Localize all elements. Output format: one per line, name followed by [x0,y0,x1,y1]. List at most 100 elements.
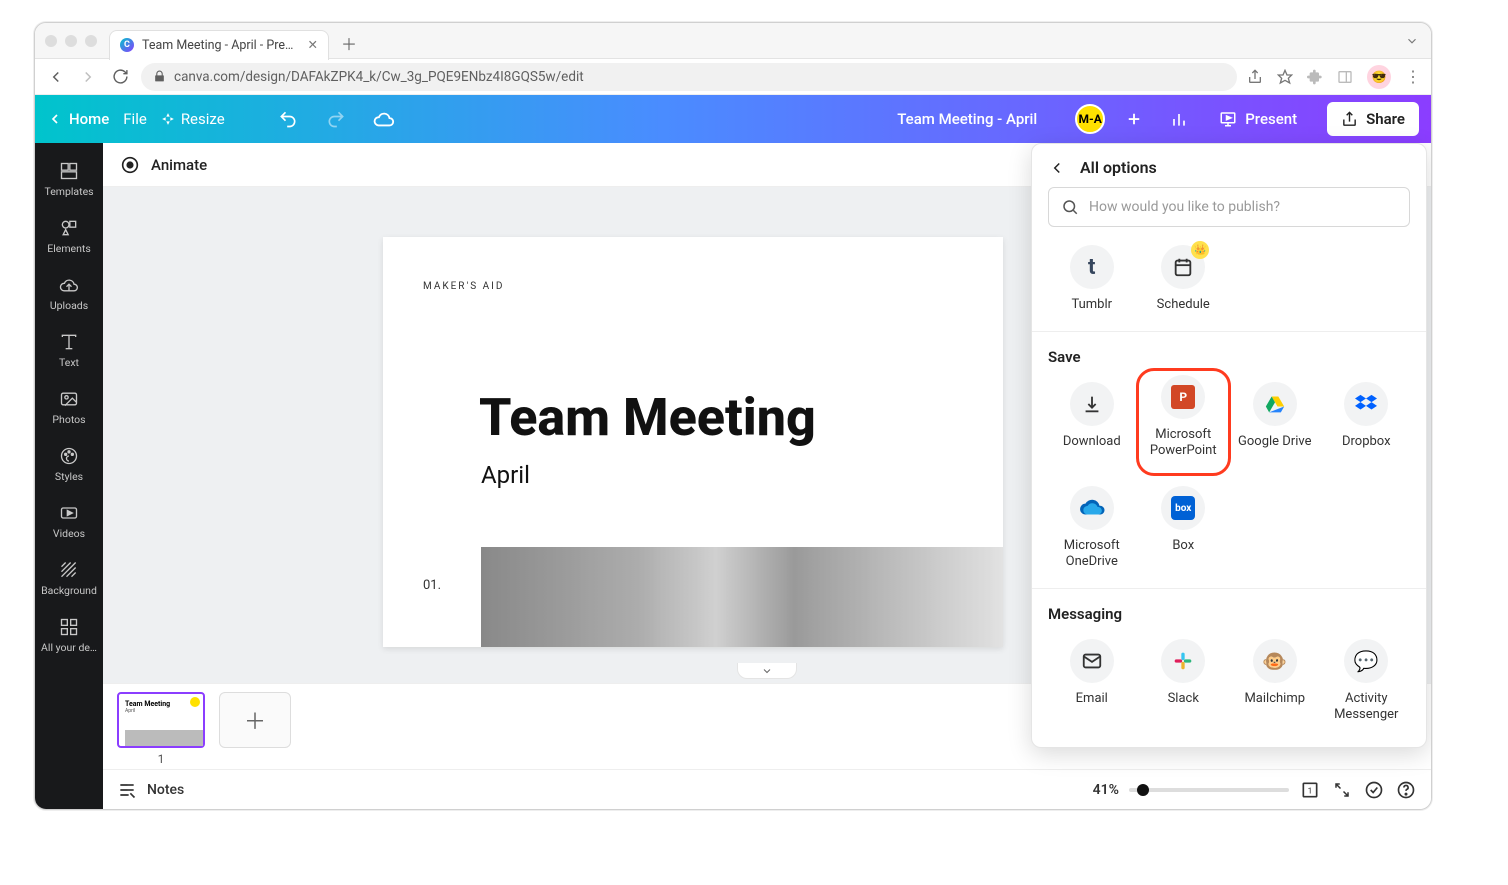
close-tab-icon[interactable]: ✕ [308,37,318,53]
resize-menu[interactable]: Resize [161,110,225,128]
left-side-panel: Templates Elements Uploads Text Photos S… [35,143,103,809]
file-menu[interactable]: File [123,110,147,128]
sidebar-item-label: All your de… [41,641,97,654]
option-label: Google Drive [1238,434,1311,466]
slide-number-text[interactable]: 01. [423,578,441,593]
sidebar-item-photos[interactable]: Photos [35,379,103,436]
option-google-drive[interactable]: Google Drive [1231,376,1319,476]
notes-button[interactable]: Notes [147,782,184,798]
page-view-button[interactable]: 1 [1299,779,1321,801]
user-avatar[interactable]: M-A [1075,104,1105,134]
option-label: Mailchimp [1244,691,1305,723]
sidebar-item-background[interactable]: Background [35,550,103,607]
option-label: Slack [1168,691,1199,723]
undo-button[interactable] [271,102,305,136]
option-schedule[interactable]: 👑 Schedule [1140,239,1228,323]
sidebar-item-text[interactable]: Text [35,322,103,379]
close-window-icon[interactable] [45,35,57,47]
present-button[interactable]: Present [1209,110,1307,128]
animate-button[interactable]: Animate [151,156,207,174]
add-user-button[interactable] [1119,102,1149,136]
document-title[interactable]: Team Meeting - April [897,110,1037,128]
collapse-thumbnails-icon[interactable] [737,663,797,679]
slide-subtitle-text[interactable]: April [481,461,530,489]
side-panel-icon[interactable] [1337,69,1353,85]
extensions-icon[interactable] [1307,69,1323,85]
share-popover: All options How would you like to publis… [1031,143,1427,748]
minimize-window-icon[interactable] [65,35,77,47]
sidebar-item-templates[interactable]: Templates [35,151,103,208]
browser-titlebar: C Team Meeting - April - Present ✕ ＋ [35,23,1431,59]
sidebar-item-videos[interactable]: Videos [35,493,103,550]
option-dropbox[interactable]: Dropbox [1323,376,1411,476]
forward-button[interactable] [77,66,99,88]
new-tab-button[interactable]: ＋ [335,29,363,57]
maximize-window-icon[interactable] [85,35,97,47]
option-box[interactable]: box Box [1140,480,1228,580]
email-icon [1081,650,1103,672]
back-button[interactable] [45,66,67,88]
download-icon [1081,393,1103,415]
option-onedrive[interactable]: Microsoft OneDrive [1048,480,1136,580]
slide-image-placeholder[interactable] [481,547,1003,647]
browser-tab[interactable]: C Team Meeting - April - Present ✕ [109,30,329,60]
canva-header: Home File Resize Team Meeting - April M-… [35,95,1431,143]
sidebar-item-styles[interactable]: Styles [35,436,103,493]
redo-button[interactable] [319,102,353,136]
zoom-value[interactable]: 41% [1093,782,1119,798]
slide-title-text[interactable]: Team Meeting [479,387,816,448]
option-activity-messenger[interactable]: 💬 Activity Messenger [1323,633,1411,733]
option-email[interactable]: Email [1048,633,1136,733]
home-button[interactable]: Home [47,110,109,128]
sidebar-item-all-your-designs[interactable]: All your de… [35,607,103,664]
sidebar-item-label: Uploads [50,299,88,312]
box-icon: box [1171,496,1195,520]
reload-button[interactable] [109,66,131,88]
slack-icon [1173,651,1193,671]
resize-label: Resize [181,110,225,128]
zoom-slider[interactable] [1129,788,1289,792]
publish-search-input[interactable]: How would you like to publish? [1048,187,1410,227]
sidebar-item-label: Elements [47,242,91,255]
browser-menu-icon[interactable]: ⋮ [1405,67,1421,86]
option-label: Email [1076,691,1108,723]
slide-brand-text[interactable]: MAKER'S AID [423,281,504,292]
sidebar-item-elements[interactable]: Elements [35,208,103,265]
option-powerpoint-highlighted[interactable]: P Microsoft PowerPoint [1136,368,1232,476]
share-button[interactable]: Share [1327,102,1419,136]
bookmark-icon[interactable] [1277,69,1293,85]
analytics-button[interactable] [1163,102,1195,136]
sidebar-item-label: Styles [55,470,83,483]
option-tumblr[interactable]: t Tumblr [1048,239,1136,323]
option-download[interactable]: Download [1048,376,1136,476]
option-label: Microsoft PowerPoint [1141,427,1227,459]
profile-avatar-icon[interactable]: 😎 [1367,65,1391,89]
footer-bar: Notes 41% 1 [103,769,1431,809]
add-page-button[interactable]: ＋ [219,692,291,748]
option-slack[interactable]: Slack [1140,633,1228,733]
thumbnail-badge-icon [190,697,200,707]
sidebar-item-label: Background [41,584,97,597]
window-controls[interactable] [45,35,97,47]
url-bar[interactable]: canva.com/design/DAFAkZPK4_k/Cw_3g_PQE9E… [141,63,1237,91]
present-icon [1219,110,1237,128]
slide[interactable]: MAKER'S AID Team Meeting April 01. [383,237,1003,647]
tabs-overflow-icon[interactable] [1405,34,1419,48]
url-text: canva.com/design/DAFAkZPK4_k/Cw_3g_PQE9E… [174,69,584,85]
share-page-icon[interactable] [1247,69,1263,85]
svg-text:1: 1 [1308,786,1313,796]
page-thumbnail-1[interactable]: Team Meeting April 1 [117,692,205,766]
option-label: Activity Messenger [1323,691,1411,723]
fullscreen-button[interactable] [1331,779,1353,801]
checkmark-status-icon[interactable] [1363,779,1385,801]
popover-back-button[interactable] [1048,159,1066,177]
mailchimp-icon: 🐵 [1262,649,1287,673]
animate-icon [119,154,141,176]
cloud-sync-icon[interactable] [367,102,401,136]
option-mailchimp[interactable]: 🐵 Mailchimp [1231,633,1319,733]
help-button[interactable] [1395,779,1417,801]
sidebar-item-uploads[interactable]: Uploads [35,265,103,322]
thumbnail-page-number: 1 [117,752,205,766]
dropbox-icon [1354,393,1378,415]
option-label: Box [1172,538,1194,570]
